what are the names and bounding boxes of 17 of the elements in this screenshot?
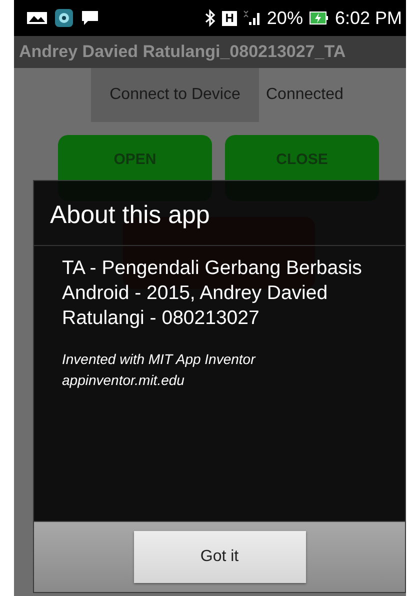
dialog-title: About this app bbox=[34, 181, 405, 246]
connection-status: Connected bbox=[266, 86, 344, 104]
credit-text: appinventor.mit.edu bbox=[62, 371, 186, 390]
picture-icon bbox=[26, 10, 48, 26]
network-type: H bbox=[222, 10, 237, 26]
app-title: Andrey Davied Ratulangi_080213027_TA bbox=[19, 42, 346, 62]
signal-icon bbox=[242, 10, 261, 26]
got-it-button[interactable]: Got it bbox=[134, 531, 306, 583]
credit-text: Invented with MIT App Inventor bbox=[62, 350, 257, 369]
dialog-message: TA - Pengendali Gerbang Berbasis Android - 2015, Andrey Davied Ratulangi - 080213027 bbox=[62, 256, 362, 331]
chat-icon bbox=[80, 9, 100, 27]
connect-button[interactable]: Connect to Device bbox=[91, 68, 259, 122]
app-icon bbox=[54, 8, 74, 28]
bluetooth-icon bbox=[204, 9, 216, 27]
clock: 6:02 PM bbox=[334, 8, 402, 28]
battery-percent: 20% bbox=[266, 8, 303, 28]
battery-charging-icon bbox=[308, 10, 329, 26]
